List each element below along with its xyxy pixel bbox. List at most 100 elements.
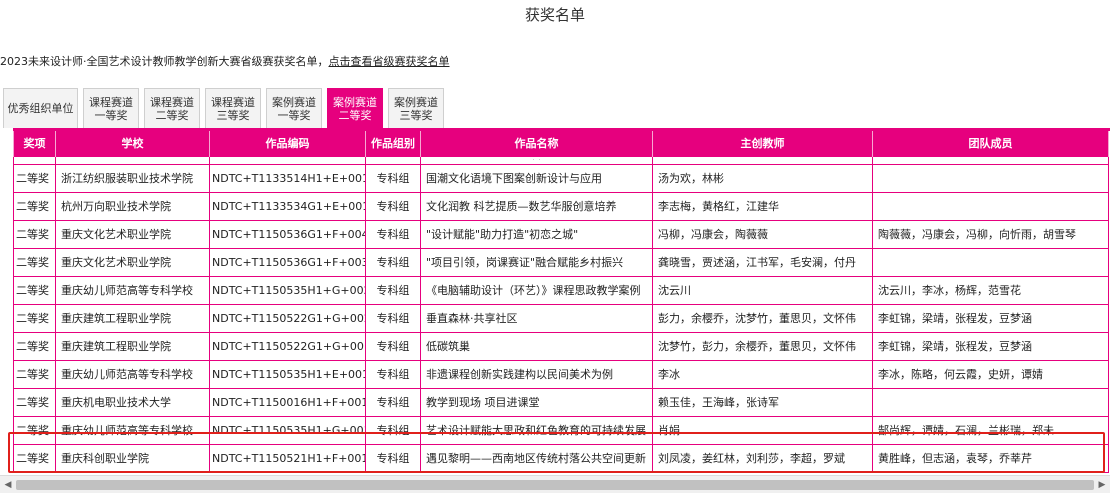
table-cell: NDTC+T1150535H1+G+001 (209, 415, 366, 445)
notice-line: 2023未来设计师·全国艺术设计教师教学创新大赛省级赛获奖名单，点击查看省级赛获… (0, 53, 450, 69)
table-cell: 重庆机电职业技术大学 (55, 387, 210, 417)
table-cell: 李虹锦，梁靖，张程发，豆梦涵 (872, 331, 1109, 361)
table-cell: 沈梦竹，彭力，余樱乔，董思贝，文怀伟 (652, 331, 873, 361)
table-cell: 二等奖 (13, 303, 56, 333)
table-cell: 赖玉佳，王海峰，张诗军 (652, 387, 873, 417)
table-row: 二等奖 重庆机电职业技术大学 NDTC+T1150016H1+F+001 专科组 教学到… (13, 387, 1109, 417)
table-cell: NDTC+T1150522G1+G+002 (209, 303, 366, 333)
table-cell: 沈云川，李冰，杨辉，范雪花 (872, 275, 1109, 305)
tab-6[interactable]: 案例赛道 三等奖 (388, 88, 444, 128)
provincial-list-link[interactable]: 点击查看省级赛获奖名单 (329, 55, 450, 68)
chevron-left-icon[interactable]: ◀ (2, 479, 14, 491)
table-cell: 二等奖 (13, 387, 56, 417)
page-title: 获奖名单 (524, 6, 585, 24)
tab-0[interactable]: 优秀组织单位 (3, 88, 78, 128)
scrollbar-thumb[interactable] (16, 480, 1094, 490)
table-cell: 重庆文化艺术职业学院 (55, 219, 210, 249)
table-cell: 二等奖 (13, 331, 56, 361)
table-cell: 刘凤凌，姜红林，刘利莎，李超，罗斌 (652, 443, 873, 473)
table-row: 二等奖 重庆文化艺术职业学院 NDTC+T1150536G1+F+004 专科组 "设计… (13, 219, 1109, 249)
table-cell: 重庆建筑工程职业学院 (55, 303, 210, 333)
awards-table-container[interactable]: 奖项 学校 作品编码 作品组别 作品名称 主创教师 团队成员 · · 二等奖 浙江纺织服装职业… (13, 128, 1110, 474)
table-cell: 沈云川 (652, 275, 873, 305)
tab-4[interactable]: 案例赛道 一等奖 (266, 88, 322, 128)
table-cell: 李冰，陈略，何云霞，史妍，谭婧 (872, 359, 1109, 389)
table-cell: 重庆科创职业学院 (55, 443, 210, 473)
tab-1[interactable]: 课程赛道 一等奖 (83, 88, 139, 128)
table-row: 二等奖 浙江纺织服装职业技术学院 NDTC+T1133514H1+E+001 专科组国… (13, 163, 1109, 193)
column-header: 主创教师 (652, 131, 873, 156)
table-cell: 二等奖 (13, 415, 56, 445)
table-cell: "设计赋能"助力打造"初恋之城" (420, 219, 653, 249)
table-cell: 专科组 (365, 247, 421, 277)
horizontal-scrollbar[interactable]: ◀ ▶ (0, 475, 1110, 493)
table-cell: 专科组 (365, 163, 421, 193)
table-cell (872, 387, 1109, 417)
table-cell: 二等奖 (13, 247, 56, 277)
table-cell: 国潮文化语境下图案创新设计与应用 (420, 163, 653, 193)
table-cell: 陶薇薇，冯康会，冯柳，向忻雨，胡雪琴 (872, 219, 1109, 249)
table-row: 二等奖 重庆科创职业学院 NDTC+T1150521H1+F+001 专科组 遇见黎明—… (13, 443, 1109, 473)
tab-2[interactable]: 课程赛道 二等奖 (144, 88, 200, 128)
table-row: 二等奖 重庆建筑工程职业学院 NDTC+T1150522G1+G+001 专科组 低碳筑… (13, 331, 1109, 361)
table-cell: 李冰 (652, 359, 873, 389)
table-header-row: 奖项 学校 作品编码 作品组别 作品名称 主创教师 团队成员 (13, 131, 1109, 156)
column-header: 团队成员 (872, 131, 1109, 156)
table-row: 二等奖 重庆建筑工程职业学院 NDTC+T1150522G1+G+002 专科组 垂直森… (13, 303, 1109, 333)
table-cell: 汤为欢，林彬 (652, 163, 873, 193)
table-cell: 李志梅，黄格红，江建华 (652, 191, 873, 221)
table-cell: 教学到现场 项目进课堂 (420, 387, 653, 417)
table-cell: 冯柳，冯康会，陶薇薇 (652, 219, 873, 249)
table-cell: 肖娟 (652, 415, 873, 445)
table-cell: 专科组 (365, 359, 421, 389)
table-cell: 专科组 (365, 415, 421, 445)
column-header: 作品组别 (365, 131, 421, 156)
table-cell: 杭州万向职业技术学院 (55, 191, 210, 221)
table-cell: 彭力，余樱乔，沈梦竹，董思贝，文怀伟 (652, 303, 873, 333)
column-header: 作品编码 (209, 131, 366, 156)
chevron-right-icon[interactable]: ▶ (1096, 479, 1108, 491)
table-cell: 重庆文化艺术职业学院 (55, 247, 210, 277)
table-cell: 非遗课程创新实践建构以民间美术为例 (420, 359, 653, 389)
table-cell: 《电脑辅助设计（环艺）》课程思政教学案例 (420, 275, 653, 305)
table-cell: NDTC+T1150016H1+F+001 (209, 387, 366, 417)
table-cell: 专科组 (365, 387, 421, 417)
page: 获奖名单 2023未来设计师·全国艺术设计教师教学创新大赛省级赛获奖名单，点击查… (0, 0, 1110, 493)
table-cell: 龚晓雪，贾述涵，江书军，毛安澜，付丹 (652, 247, 873, 277)
column-header: 作品名称 (420, 131, 653, 156)
table-cell: 浙江纺织服装职业技术学院 (55, 163, 210, 193)
table-cell: 郜尚辉，谭婧，石澜，兰彬瑞，郑未 (872, 415, 1109, 445)
table-cell: 专科组 (365, 275, 421, 305)
table-cell: 重庆建筑工程职业学院 (55, 331, 210, 361)
table-cell: NDTC+T1150535H1+G+002 (209, 275, 366, 305)
table-cell: 二等奖 (13, 219, 56, 249)
table-cell: NDTC+T1150521H1+F+001 (209, 443, 366, 473)
table-cell: NDTC+T1150522G1+G+001 (209, 331, 366, 361)
table-cell: NDTC+T1150536G1+F+004 (209, 219, 366, 249)
table-cell (872, 163, 1109, 193)
table-cell: 文化润教 科艺提质—数艺华服创意培养 (420, 191, 653, 221)
column-header: 学校 (55, 131, 210, 156)
table-cell: 专科组 (365, 443, 421, 473)
table-cell: NDTC+T1133514H1+E+001 (209, 163, 366, 193)
table-cell (872, 247, 1109, 277)
tab-3[interactable]: 课程赛道 三等奖 (205, 88, 261, 128)
column-header: 奖项 (13, 131, 56, 156)
tab-5[interactable]: 案例赛道 二等奖 (327, 88, 383, 128)
table-cell: 重庆幼儿师范高等专科学校 (55, 275, 210, 305)
table-cell: 遇见黎明——西南地区传统村落公共空间更新 (420, 443, 653, 473)
table-row-partial: · · (13, 155, 1109, 165)
awards-table: 奖项 学校 作品编码 作品组别 作品名称 主创教师 团队成员 · · 二等奖 浙江纺织服装职业… (13, 131, 1109, 473)
table-cell: 专科组 (365, 191, 421, 221)
table-cell: 黄胜峰，但志涵，袁琴，乔莘芹 (872, 443, 1109, 473)
table-cell: 二等奖 (13, 275, 56, 305)
table-cell: 二等奖 (13, 191, 56, 221)
table-cell: 二等奖 (13, 163, 56, 193)
notice-text: 2023未来设计师·全国艺术设计教师教学创新大赛省级赛获奖名单， (0, 55, 329, 68)
table-cell: NDTC+T1133534G1+E+001 (209, 191, 366, 221)
table-cell: 专科组 (365, 219, 421, 249)
table-row: 二等奖 重庆幼儿师范高等专科学校 NDTC+T1150535H1+E+001 专科组非… (13, 359, 1109, 389)
table-row: 二等奖 重庆文化艺术职业学院 NDTC+T1150536G1+F+003 专科组 "项目… (13, 247, 1109, 277)
award-tabs: 优秀组织单位 课程赛道 一等奖 课程赛道 二等奖 课程赛道 三等奖 案例赛道 一等奖 案例… (3, 88, 444, 128)
table-row: 二等奖 重庆幼儿师范高等专科学校 NDTC+T1150535H1+G+002 专科组《… (13, 275, 1109, 305)
